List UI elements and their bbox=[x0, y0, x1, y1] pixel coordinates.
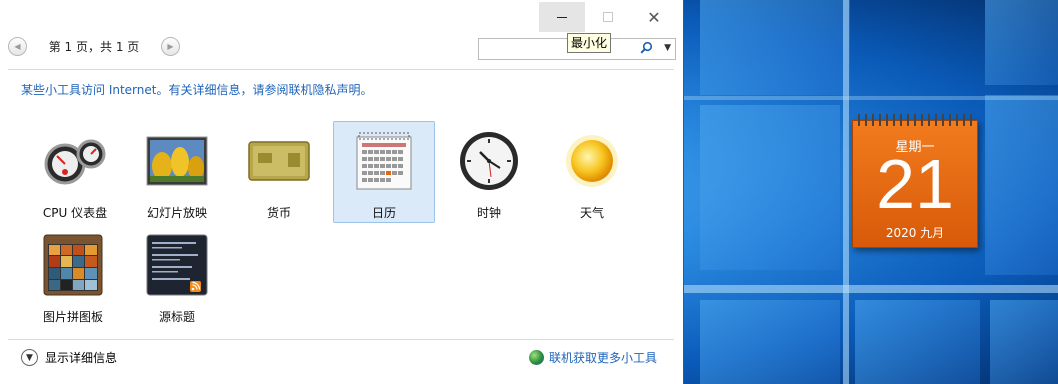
desktop-calendar-gadget[interactable]: 星期一 21 2020 九月 bbox=[852, 114, 978, 248]
weather-icon bbox=[559, 128, 625, 194]
minimize-icon bbox=[557, 16, 567, 18]
desktop-pane bbox=[700, 105, 840, 270]
separator bbox=[8, 69, 674, 70]
gadget-slideshow[interactable]: 幻灯片放映 bbox=[126, 122, 228, 224]
desktop-pane bbox=[990, 300, 1058, 384]
close-button[interactable]: ✕ bbox=[631, 2, 677, 32]
previous-page-button[interactable]: ◀ bbox=[8, 37, 27, 56]
desktop-light-beam bbox=[684, 285, 1058, 293]
next-page-button[interactable]: ▶ bbox=[161, 37, 180, 56]
title-bar: ✕ bbox=[0, 0, 683, 32]
gadget-label: 日历 bbox=[371, 206, 396, 220]
search-dropdown-icon[interactable]: ▼ bbox=[664, 43, 671, 53]
gadget-label: 天气 bbox=[579, 206, 604, 220]
picture-puzzle-icon bbox=[40, 232, 106, 298]
slideshow-icon bbox=[144, 128, 210, 194]
gadget-gallery-window: ✕ 最小化 ◀ 第 1 页，共 1 页 ▶ ▼ 某些小工具访问 Internet… bbox=[0, 0, 684, 384]
desktop-light-beam bbox=[684, 96, 1058, 100]
get-more-gadgets-link[interactable]: 联机获取更多小工具 bbox=[528, 349, 657, 366]
calendar-rings bbox=[858, 114, 972, 126]
minimize-tooltip: 最小化 bbox=[567, 33, 612, 53]
chevron-down-icon[interactable]: ▼ bbox=[21, 349, 38, 366]
calendar-month-year: 2020 九月 bbox=[885, 226, 945, 240]
cpu-meter-icon bbox=[42, 128, 108, 194]
maximize-button[interactable] bbox=[585, 2, 631, 32]
gadget-label: 货币 bbox=[266, 206, 291, 220]
close-icon: ✕ bbox=[647, 7, 661, 27]
clock-icon bbox=[456, 128, 522, 194]
maximize-icon bbox=[603, 12, 613, 22]
pager: ◀ 第 1 页，共 1 页 ▶ bbox=[8, 37, 180, 56]
calendar-icon bbox=[351, 128, 417, 194]
desktop-pane bbox=[700, 300, 840, 384]
chevron-right-icon: ▶ bbox=[167, 42, 174, 51]
currency-icon bbox=[246, 128, 312, 194]
gadget-calendar[interactable]: 日历 bbox=[333, 121, 435, 223]
search-icon[interactable] bbox=[640, 41, 653, 58]
globe-icon bbox=[528, 350, 544, 365]
desktop-pane bbox=[855, 300, 980, 384]
show-details-toggle[interactable]: ▼ 显示详细信息 bbox=[21, 349, 117, 366]
minimize-button[interactable] bbox=[539, 2, 585, 32]
gadget-picture-puzzle[interactable]: 图片拼图板 bbox=[22, 226, 124, 328]
gadget-clock[interactable]: 时钟 bbox=[438, 122, 540, 224]
gadget-cpu-meter[interactable]: CPU 仪表盘 bbox=[24, 122, 126, 224]
gadget-label: 源标题 bbox=[158, 310, 195, 324]
privacy-info-link[interactable]: 某些小工具访问 Internet。有关详细信息，请参阅联机隐私声明。 bbox=[21, 81, 372, 98]
page-indicator: 第 1 页，共 1 页 bbox=[48, 40, 140, 54]
gadget-label: 图片拼图板 bbox=[42, 310, 103, 324]
gadget-weather[interactable]: 天气 bbox=[541, 122, 643, 224]
gadget-currency[interactable]: 货币 bbox=[228, 122, 330, 224]
calendar-day-number: 21 bbox=[876, 145, 954, 223]
feed-headlines-icon bbox=[144, 232, 210, 298]
gadget-label: 幻灯片放映 bbox=[146, 206, 207, 220]
desktop-pane bbox=[700, 0, 850, 95]
chevron-left-icon: ◀ bbox=[14, 42, 21, 51]
desktop-pane bbox=[985, 0, 1058, 85]
gadget-label: CPU 仪表盘 bbox=[42, 206, 108, 220]
gadget-label: 时钟 bbox=[476, 206, 501, 220]
gadget-feed-headlines[interactable]: 源标题 bbox=[126, 226, 228, 328]
desktop-pane bbox=[985, 95, 1058, 275]
separator bbox=[8, 339, 674, 340]
show-details-label: 显示详细信息 bbox=[45, 351, 118, 365]
desktop-light-beam bbox=[843, 0, 849, 384]
get-more-gadgets-label: 联机获取更多小工具 bbox=[548, 351, 657, 365]
